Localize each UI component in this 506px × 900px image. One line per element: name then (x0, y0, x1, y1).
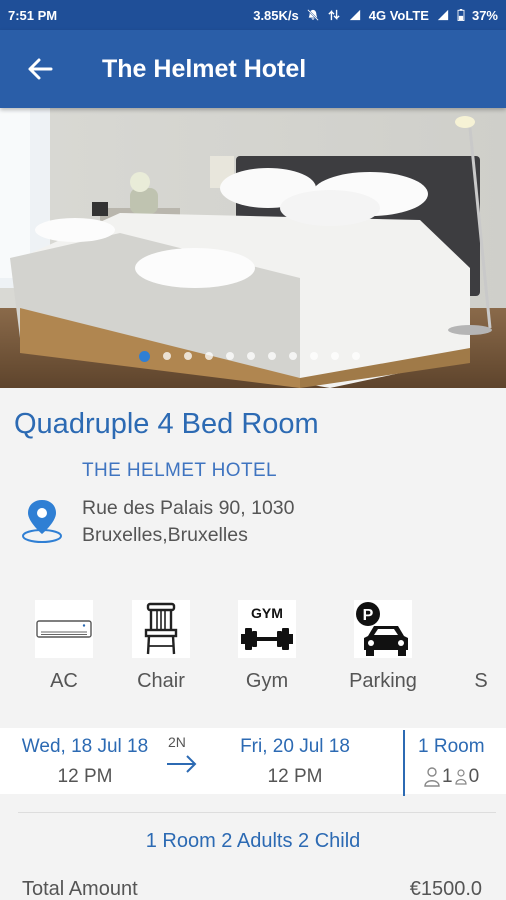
address-line-1: Rue des Palais 90, 1030 (82, 497, 295, 519)
checkout-time: 12 PM (267, 766, 323, 787)
amenity-ac: AC (19, 600, 109, 693)
app-bar: The Helmet Hotel (0, 30, 506, 108)
carousel-dot[interactable] (204, 352, 213, 360)
battery-percent: 37% (471, 7, 498, 23)
gym-icon-text: GYM (251, 605, 283, 621)
hotel-address[interactable]: Rue des Palais 90, 1030 Bruxelles,Bruxel… (82, 495, 294, 549)
location-pin-icon[interactable] (20, 498, 64, 544)
parking-icon-text: P (363, 607, 374, 624)
checkin-date: Wed, 18 Jul 18 (21, 736, 149, 757)
carousel-dot[interactable] (288, 352, 297, 360)
guests-count[interactable]: 1 0 (424, 766, 479, 788)
carousel-dot[interactable] (351, 352, 360, 360)
ac-icon (36, 620, 92, 638)
carousel-dot[interactable] (138, 351, 150, 362)
guest-summary[interactable]: 1 Room 2 Adults 2 Child (0, 830, 506, 853)
battery-icon (457, 9, 465, 21)
checkout[interactable]: Fri, 20 Jul 18 12 PM (222, 736, 368, 788)
gym-icon: GYM (241, 605, 293, 650)
amenity-label: Parking (349, 670, 417, 692)
carousel-indicator (0, 351, 506, 362)
mute-icon (307, 9, 319, 21)
carousel-dot[interactable] (225, 352, 234, 360)
arrow-right-icon (167, 755, 197, 773)
amenity-partial: S (436, 600, 506, 693)
divider (18, 812, 496, 813)
adults-count: 1 (442, 766, 453, 787)
carousel-dot[interactable] (267, 352, 276, 360)
back-arrow-icon (28, 58, 53, 80)
amenity-label: AC (50, 670, 78, 692)
booking-dates[interactable]: Wed, 18 Jul 18 12 PM 2N Fri, 20 Jul 18 1… (0, 728, 506, 796)
checkin-time: 12 PM (57, 766, 113, 787)
total-amount-value: €1500.0 (409, 878, 482, 900)
children-count: 0 (468, 766, 480, 787)
carousel-dot[interactable] (330, 352, 339, 360)
room-title: Quadruple 4 Bed Room (14, 408, 319, 440)
app-bar-title: The Helmet Hotel (102, 54, 307, 83)
carousel-dot[interactable] (309, 352, 318, 360)
room-photo-carousel[interactable] (0, 108, 506, 388)
total-amount-label: Total Amount (22, 878, 138, 900)
address-line-2: Bruxelles,Bruxelles (82, 524, 248, 546)
carousel-dot[interactable] (183, 352, 192, 360)
amenity-label: Gym (245, 670, 289, 692)
divider (403, 730, 405, 796)
network-speed: 3.85K/s (253, 7, 299, 23)
signal-icon-2 (437, 9, 449, 21)
status-time: 7:51 PM (8, 7, 58, 23)
room-details: Quadruple 4 Bed Room THE HELMET HOTEL Ru… (0, 388, 506, 900)
data-transfer-icon (328, 9, 340, 21)
amenities-list[interactable]: AC Chair GYM Gym P Parking S (0, 600, 506, 700)
child-icon (454, 769, 467, 785)
amenity-chair: Chair (116, 600, 206, 693)
signal-icon (349, 9, 360, 21)
room-photo (0, 108, 506, 388)
checkout-date: Fri, 20 Jul 18 (240, 736, 350, 757)
amenity-label: Chair (137, 670, 185, 692)
amenity-parking: P Parking (338, 600, 428, 693)
adult-icon (424, 767, 440, 787)
network-type: 4G VoLTE (368, 7, 429, 23)
hotel-name: THE HELMET HOTEL (82, 460, 278, 481)
status-bar: 7:51 PM 3.85K/s 4G VoLTE 37% (0, 0, 506, 30)
parking-icon: P (356, 602, 408, 656)
amenity-gym: GYM Gym (222, 600, 312, 693)
rooms-count[interactable]: 1 Room (418, 736, 485, 758)
back-button[interactable] (0, 30, 80, 108)
nights-count: 2N (168, 734, 186, 750)
carousel-dot[interactable] (162, 352, 171, 360)
amenity-label: S (474, 670, 488, 692)
checkin[interactable]: Wed, 18 Jul 18 12 PM (10, 736, 160, 788)
chair-icon (144, 602, 178, 655)
carousel-dot[interactable] (246, 352, 255, 360)
